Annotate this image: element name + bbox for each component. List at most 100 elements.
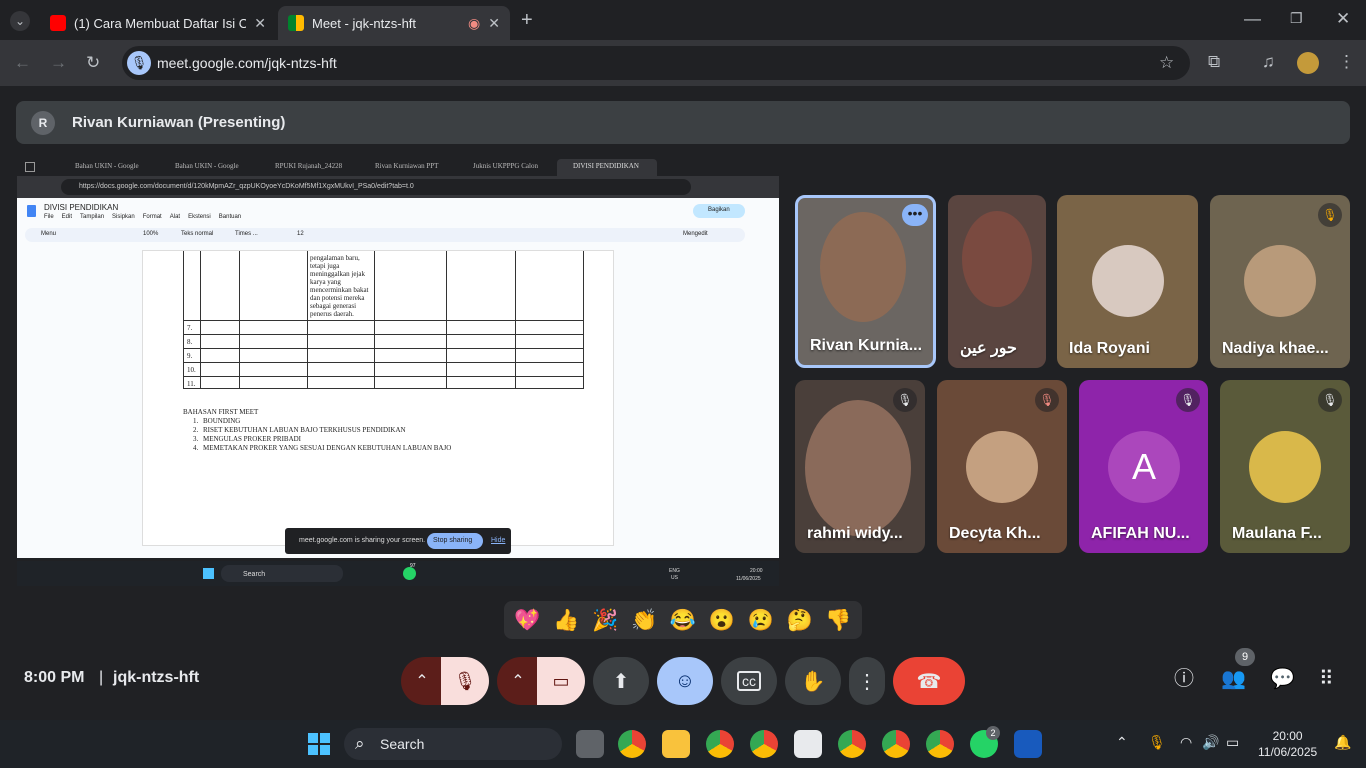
inner-tab: DIVISI PENDIDIKAN [573,162,639,170]
inner-taskbar: Search 97 ENG US 20:00 11/06/2025 [17,561,779,586]
bookmark-star-icon[interactable]: ☆ [1159,54,1174,71]
list-item: BOUNDING [203,417,241,425]
tab-youtube[interactable]: (1) Cara Membuat Daftar Isi Ot ✕ [40,6,276,40]
profile-avatar[interactable] [1297,52,1319,74]
video-feed [805,400,911,536]
stop-sharing-label: Stop sharing [433,537,473,544]
extensions-icon[interactable]: ⧉ [1208,53,1220,70]
participant-tile[interactable]: حور عين [948,195,1046,368]
chrome-icon[interactable] [706,730,734,758]
site-info-icon[interactable]: 🎙 [127,51,151,75]
taskbar-search[interactable]: ⌕ Search [344,728,562,760]
reaction-sparkling-heart[interactable]: 💖 [514,610,540,631]
chrome-icon[interactable] [882,730,910,758]
reaction-clap[interactable]: 👏 [631,610,657,631]
meeting-controls: 8:00 PM | jqk-ntzs-hft ⌃ 🎙 ⌃ ▭ ⬆ ☺ cc ✋ … [0,648,1366,710]
volume-icon[interactable]: 🔊 [1202,735,1219,749]
reaction-party[interactable]: 🎉 [592,610,618,631]
more-options-button[interactable]: ⋮ [849,657,885,705]
wifi-icon[interactable]: ◠ [1180,735,1192,749]
file-explorer-icon[interactable] [662,730,690,758]
mic-off-button[interactable]: 🎙 [441,657,489,705]
reaction-thinking[interactable]: 🤔 [786,610,812,631]
recording-icon: ◉ [468,14,481,31]
muted-mic-icon: 🎙 [1318,203,1342,227]
raise-hand-button[interactable]: ✋ [785,657,841,705]
list-number: 4. [193,444,199,452]
participant-tile[interactable]: ••• Rivan Kurnia... [795,195,936,368]
separator: | [99,669,104,686]
avatar: R [31,111,55,135]
shared-screen: Bahan UKIN - Google Bahan UKIN - Google … [17,158,779,586]
emoji-button[interactable]: ☺ [657,657,713,705]
participant-tile[interactable]: Ida Royani [1057,195,1198,368]
activities-icon[interactable]: ⠿ [1319,669,1334,689]
more-options-icon[interactable]: ••• [902,204,928,226]
present-button[interactable]: ⬆ [593,657,649,705]
participant-name: AFIFAH NU... [1091,525,1190,542]
close-icon[interactable]: ✕ [254,15,266,32]
forward-icon[interactable]: → [50,54,67,71]
cell-text: karya yang [310,278,341,286]
profile-photo [966,431,1038,503]
windows-start-icon[interactable] [308,733,330,755]
minimize-icon[interactable]: — [1244,10,1261,27]
cleaner-app-icon[interactable] [794,730,822,758]
presentation-header: R Rivan Kurniawan (Presenting) [16,101,1350,144]
chrome-icon[interactable] [618,730,646,758]
maximize-icon[interactable]: ❐ [1290,11,1303,25]
docs-menu: File Edit Tampilan Sisipkan Format Alat … [44,214,241,220]
format-font: Times ... [235,231,258,237]
address-bar[interactable]: 🎙 meet.google.com/jqk-ntzs-hft ☆ [122,46,1190,80]
chrome-icon[interactable] [838,730,866,758]
tab-search-icon[interactable]: ⌄ [10,11,30,31]
captions-button[interactable]: cc [721,657,777,705]
taskbar-search-label: Search [380,736,425,752]
system-clock[interactable]: 20:00 11/06/2025 [1258,728,1317,760]
reaction-thumbs-down[interactable]: 👎 [825,610,851,631]
list-item: RISET KEBUTUHAN LABUAN BAJO TERKHUSUS PE… [203,426,406,434]
youtube-icon [50,15,66,31]
back-icon[interactable]: ← [14,54,31,71]
chat-icon[interactable]: 💬 [1270,669,1295,689]
word-icon[interactable] [1014,730,1042,758]
new-tab-icon[interactable]: + [521,10,533,30]
leave-call-button[interactable]: ☎ [893,657,965,705]
people-icon[interactable]: 👥 [1221,669,1246,689]
inner-tab: Bahan UKIN - Google [175,162,239,170]
reload-icon[interactable]: ↻ [86,54,100,71]
cell-text: pengalaman baru, [310,254,360,262]
participant-tile[interactable]: 🎙 Maulana F... [1220,380,1350,553]
media-control-icon[interactable]: ♫ [1262,53,1275,70]
battery-icon[interactable]: ▭ [1226,735,1239,749]
chrome-icon[interactable] [750,730,778,758]
row-number: 8. [187,338,193,346]
chevron-up-icon[interactable]: ⌃ [1116,735,1128,749]
participant-tile[interactable]: 🎙 A AFIFAH NU... [1079,380,1208,553]
tab-meet[interactable]: Meet - jqk-ntzs-hft ◉ ✕ [278,6,510,40]
hand-icon: ✋ [800,670,826,693]
camera-off-icon: ▭ [552,670,570,691]
chrome-icon[interactable] [926,730,954,758]
reaction-sad[interactable]: 😢 [748,610,774,631]
menu-tools: Alat [169,214,181,220]
video-feed [962,211,1032,307]
audio-options-button[interactable]: ⌃ [401,657,443,705]
camera-off-button[interactable]: ▭ [537,657,585,705]
meeting-info-icon[interactable]: ⓘ [1174,669,1194,689]
profile-photo [1244,245,1316,317]
microphone-icon[interactable]: 🎙 [1148,735,1166,749]
meeting-time: 8:00 PM [24,669,85,686]
more-menu-icon[interactable]: ⋮ [1338,53,1355,70]
participant-tile[interactable]: 🎙 Decyta Kh... [937,380,1067,553]
reaction-surprised[interactable]: 😮 [709,610,735,631]
task-view-icon[interactable] [576,730,604,758]
reaction-thumbs-up[interactable]: 👍 [553,610,579,631]
notification-icon[interactable]: 🔔 [1334,735,1351,749]
participant-tile[interactable]: 🎙 rahmi widy... [795,380,925,553]
close-icon[interactable]: ✕ [488,15,500,32]
close-window-icon[interactable]: ✕ [1336,10,1350,27]
video-options-button[interactable]: ⌃ [497,657,539,705]
reaction-laugh[interactable]: 😂 [670,610,696,631]
participant-tile[interactable]: 🎙 Nadiya khae... [1210,195,1350,368]
